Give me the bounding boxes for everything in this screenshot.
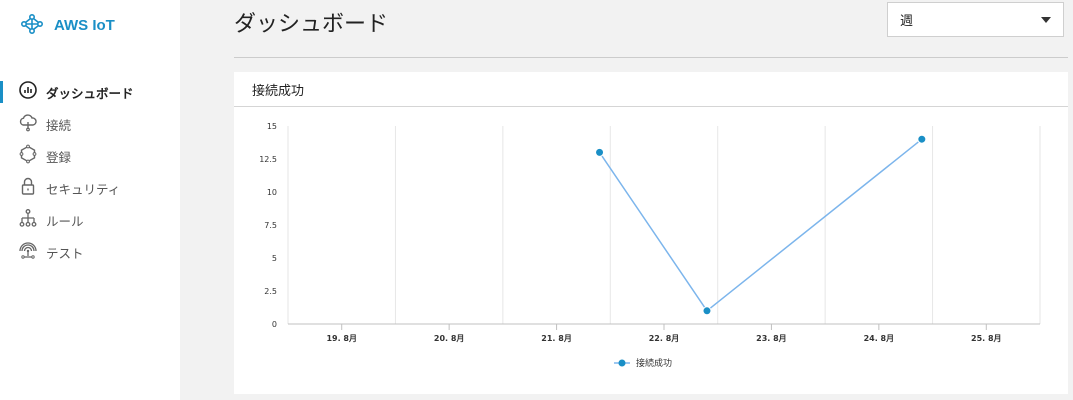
x-tick-label: 20. 8月 [434, 334, 465, 343]
sidebar-item-rules[interactable]: ルール [0, 204, 180, 236]
x-tick-label: 25. 8月 [971, 334, 1002, 343]
sidebar-item-label: 登録 [46, 149, 72, 165]
y-tick-label: 15 [267, 122, 277, 131]
x-tick-label: 21. 8月 [541, 334, 572, 343]
x-tick-label: 19. 8月 [326, 334, 357, 343]
caret-down-icon [1041, 16, 1051, 23]
data-point [702, 306, 712, 316]
brand-name: AWS IoT [54, 16, 115, 34]
data-point [595, 147, 605, 157]
y-tick-label: 0 [272, 320, 277, 329]
x-tick-label: 23. 8月 [756, 334, 787, 343]
broadcast-antenna-icon [18, 240, 38, 264]
y-tick-label: 7.5 [264, 221, 277, 230]
time-range-value: 週 [900, 14, 914, 29]
aws-iot-logo-icon [18, 10, 46, 40]
sidebar-item-label: テスト [46, 245, 84, 261]
sidebar-item-register[interactable]: 登録 [0, 140, 180, 172]
connection-success-panel: 接続成功 0 2.5 5 7.5 10 12.5 15 19. 8月 20. 8月 21. 8月 2… [234, 72, 1068, 394]
sidebar-nav: ダッシュボード 接続 登録 セキュリティ ルール テスト [0, 76, 180, 268]
header-divider [234, 57, 1068, 58]
y-tick-label: 5 [272, 254, 277, 263]
cloud-connect-icon [18, 112, 38, 136]
sidebar-item-label: セキュリティ [46, 181, 121, 197]
brand[interactable]: AWS IoT [18, 11, 115, 39]
sidebar: AWS IoT ダッシュボード 接続 登録 セキュリティ ルール テスト [0, 0, 180, 400]
lock-icon [18, 176, 38, 200]
legend-marker [618, 359, 626, 367]
y-tick-label: 2.5 [264, 287, 277, 296]
sidebar-item-label: ダッシュボード [46, 85, 134, 101]
sidebar-item-connect[interactable]: 接続 [0, 108, 180, 140]
sidebar-item-label: 接続 [46, 117, 72, 133]
y-tick-label: 12.5 [259, 155, 277, 164]
sidebar-item-label: ルール [46, 213, 84, 229]
legend-label: 接続成功 [636, 357, 672, 369]
series-line [598, 138, 923, 312]
rules-tree-icon [18, 208, 38, 232]
sidebar-item-test[interactable]: テスト [0, 236, 180, 268]
main-content: ダッシュボード 週 接続成功 0 2.5 5 7.5 10 12.5 15 19. 8月 20.… [180, 0, 1073, 400]
data-point [917, 134, 927, 144]
dashboard-gauge-icon [18, 80, 38, 104]
x-tick-label: 22. 8月 [649, 334, 680, 343]
page-title: ダッシュボード [234, 12, 389, 37]
hexagon-nodes-icon [18, 144, 38, 168]
x-tick-label: 24. 8月 [864, 334, 895, 343]
sidebar-item-security[interactable]: セキュリティ [0, 172, 180, 204]
line-chart: 0 2.5 5 7.5 10 12.5 15 19. 8月 20. 8月 21. 8月 22. 8月… [259, 122, 1041, 369]
y-tick-label: 10 [267, 188, 277, 197]
sidebar-item-dashboard[interactable]: ダッシュボード [0, 76, 180, 108]
time-range-select[interactable]: 週 [887, 2, 1064, 37]
